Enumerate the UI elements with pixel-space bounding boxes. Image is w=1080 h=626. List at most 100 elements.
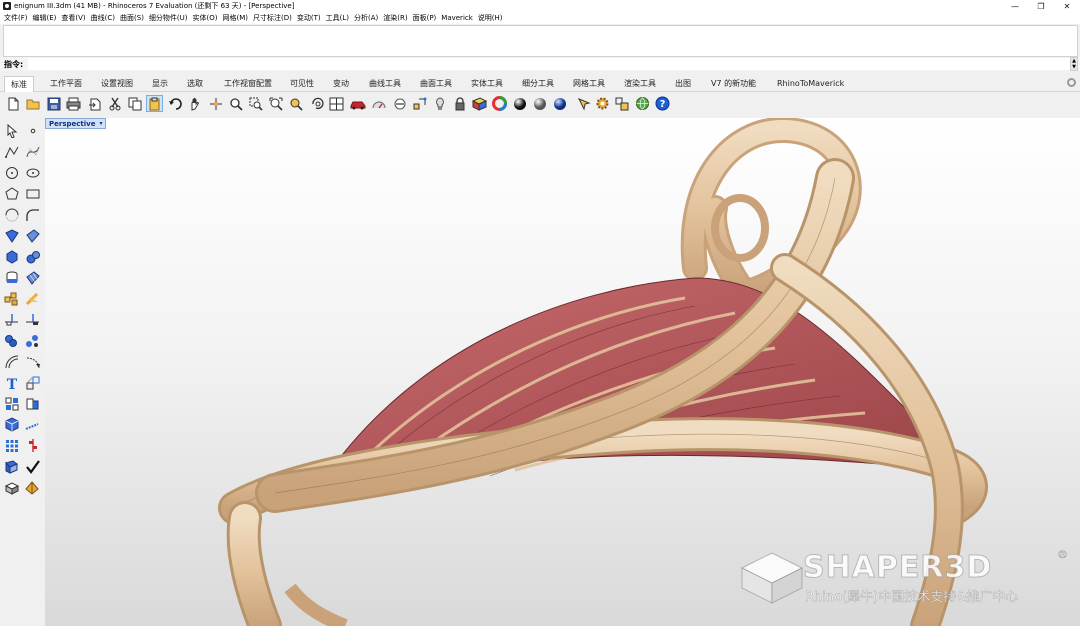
mesh-icon[interactable] xyxy=(24,269,41,286)
surface-edit-icon[interactable] xyxy=(24,227,41,244)
join-icon[interactable] xyxy=(24,311,41,328)
paste-icon[interactable] xyxy=(146,95,163,112)
menu-surface[interactable]: 曲面(S) xyxy=(120,13,144,23)
circle-icon[interactable] xyxy=(3,164,20,181)
help-icon[interactable]: ? xyxy=(654,95,671,112)
menu-curve[interactable]: 曲线(C) xyxy=(91,13,115,23)
perspective-viewport[interactable]: Perspective ▾ SHAPER3D ® Rhino(犀牛)中国技术支持… xyxy=(45,118,1080,626)
menu-transform[interactable]: 变动(T) xyxy=(297,13,321,23)
zoom-extents-icon[interactable] xyxy=(267,95,284,112)
color-wheel-icon[interactable] xyxy=(491,95,508,112)
transform-icon[interactable] xyxy=(614,95,631,112)
menu-dimension[interactable]: 尺寸标注(D) xyxy=(253,13,292,23)
gauge-icon[interactable] xyxy=(370,95,387,112)
drafting-icon[interactable] xyxy=(575,95,592,112)
menu-analyze[interactable]: 分析(A) xyxy=(354,13,378,23)
menu-edit[interactable]: 编辑(E) xyxy=(33,13,57,23)
save-icon[interactable] xyxy=(45,95,62,112)
close-button[interactable]: ✕ xyxy=(1054,0,1080,12)
tab-set-view[interactable]: 设置视图 xyxy=(101,76,133,92)
text-icon[interactable]: T xyxy=(3,374,20,391)
zoom-window-icon[interactable] xyxy=(247,95,264,112)
viewport-dropdown-icon[interactable]: ▾ xyxy=(99,120,102,127)
trim-icon[interactable] xyxy=(3,311,20,328)
settings-gear-icon[interactable] xyxy=(594,95,611,112)
rendered-sphere-icon[interactable] xyxy=(531,95,548,112)
zoom-selected-icon[interactable] xyxy=(287,95,304,112)
point-icon[interactable] xyxy=(24,122,41,139)
array-icon[interactable] xyxy=(3,395,20,412)
tab-render-tools[interactable]: 渲染工具 xyxy=(624,76,656,92)
minimize-button[interactable]: — xyxy=(1002,0,1028,12)
undo-view-icon[interactable] xyxy=(308,95,325,112)
polygon-icon[interactable] xyxy=(3,185,20,202)
analyze-icon[interactable] xyxy=(24,332,41,349)
select-arrow-icon[interactable] xyxy=(3,122,20,139)
menu-panels[interactable]: 面板(P) xyxy=(413,13,437,23)
viewport-tab-perspective[interactable]: Perspective ▾ xyxy=(45,118,107,129)
tab-viewport-layout[interactable]: 工作视窗配置 xyxy=(224,76,272,92)
curve-icon[interactable] xyxy=(24,143,41,160)
menu-view[interactable]: 查看(V) xyxy=(61,13,85,23)
arc-icon[interactable] xyxy=(3,206,20,223)
shaded-sphere-icon[interactable] xyxy=(511,95,528,112)
tab-rhino-to-maverick[interactable]: RhinoToMaverick xyxy=(777,76,844,92)
import-icon[interactable] xyxy=(86,95,103,112)
menu-mesh[interactable]: 网格(M) xyxy=(223,13,249,23)
box-solid-icon[interactable] xyxy=(3,248,20,265)
command-history[interactable] xyxy=(3,25,1078,57)
lock-icon[interactable] xyxy=(451,95,468,112)
tab-options-gear-icon[interactable] xyxy=(1067,78,1076,87)
tab-display[interactable]: 显示 xyxy=(152,76,168,92)
polyline-icon[interactable] xyxy=(3,143,20,160)
box-icon[interactable] xyxy=(3,416,20,433)
command-input[interactable] xyxy=(28,58,1070,70)
light-icon[interactable] xyxy=(431,95,448,112)
globe-icon[interactable] xyxy=(634,95,651,112)
menu-help[interactable]: 说明(H) xyxy=(478,13,503,23)
tab-mesh-tools[interactable]: 网格工具 xyxy=(573,76,605,92)
check-icon[interactable] xyxy=(24,458,41,475)
sphere-solid-icon[interactable] xyxy=(24,248,41,265)
split-icon[interactable] xyxy=(24,290,41,307)
grid-array-icon[interactable] xyxy=(3,437,20,454)
maximize-button[interactable]: ❐ xyxy=(1028,0,1054,12)
zoom-icon[interactable] xyxy=(227,95,244,112)
menu-maverick[interactable]: Maverick xyxy=(441,14,473,22)
rotate-view-icon[interactable] xyxy=(207,95,224,112)
explode-icon[interactable] xyxy=(3,290,20,307)
offset-icon[interactable] xyxy=(3,353,20,370)
dimension-icon[interactable] xyxy=(24,374,41,391)
tab-transform[interactable]: 变动 xyxy=(333,76,349,92)
tab-curve-tools[interactable]: 曲线工具 xyxy=(369,76,401,92)
blue-sphere-icon[interactable] xyxy=(551,95,568,112)
ellipse-icon[interactable] xyxy=(24,164,41,181)
orient-icon[interactable] xyxy=(24,437,41,454)
tab-visibility[interactable]: 可见性 xyxy=(290,76,314,92)
cut-icon[interactable] xyxy=(106,95,123,112)
tab-cplanes[interactable]: 工作平面 xyxy=(50,76,82,92)
pan-icon[interactable] xyxy=(186,95,203,112)
measure-icon[interactable] xyxy=(24,416,41,433)
menu-tools[interactable]: 工具(L) xyxy=(326,13,349,23)
menu-file[interactable]: 文件(F) xyxy=(4,13,28,23)
copy-icon[interactable] xyxy=(126,95,143,112)
grid-snap-icon[interactable] xyxy=(411,95,428,112)
new-file-icon[interactable] xyxy=(5,95,22,112)
material-icon[interactable] xyxy=(471,95,488,112)
block-icon[interactable] xyxy=(3,479,20,496)
menu-subd[interactable]: 细分物件(U) xyxy=(149,13,188,23)
render-icon[interactable] xyxy=(24,479,41,496)
rectangle-icon[interactable] xyxy=(24,185,41,202)
curve-fillet-icon[interactable] xyxy=(24,206,41,223)
tab-standard[interactable]: 标准 xyxy=(4,76,34,92)
four-viewports-icon[interactable] xyxy=(328,95,345,112)
tab-surface-tools[interactable]: 曲面工具 xyxy=(420,76,452,92)
menu-render[interactable]: 渲染(R) xyxy=(383,13,407,23)
group-icon[interactable] xyxy=(3,332,20,349)
tab-drafting[interactable]: 出图 xyxy=(675,76,691,92)
command-scrollbar[interactable]: ▲ ▼ xyxy=(1070,57,1078,71)
menu-solid[interactable]: 实体(O) xyxy=(193,13,218,23)
move-icon[interactable] xyxy=(24,395,41,412)
tab-solid-tools[interactable]: 实体工具 xyxy=(471,76,503,92)
